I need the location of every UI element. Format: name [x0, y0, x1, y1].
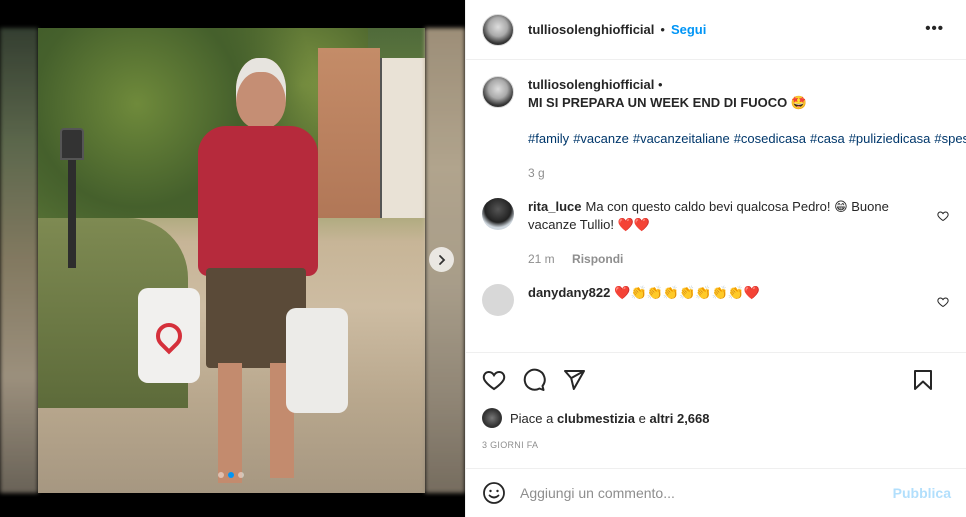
comment-composer: Pubblica [466, 468, 966, 517]
likes-middle: e [638, 410, 646, 426]
hashtag-link[interactable]: #vacanze [573, 131, 629, 146]
comment-input[interactable] [520, 485, 893, 501]
hashtag-link[interactable]: #family [528, 131, 569, 146]
follow-button[interactable]: Segui [671, 22, 706, 37]
likes-others[interactable]: altri 2,668 [650, 411, 710, 426]
chevron-right-icon [438, 254, 445, 265]
comment-icon[interactable] [522, 368, 546, 392]
comment-text: Ma con questo caldo bevi qualcosa Pedro!… [528, 199, 889, 232]
caption-body: tulliosolenghiofficial • MI SI PREPARA U… [528, 76, 966, 182]
action-bar [466, 352, 966, 407]
header-username[interactable]: tulliosolenghiofficial [528, 22, 654, 37]
comment-username[interactable]: rita_luce [528, 199, 581, 214]
carousel-dots [218, 472, 244, 478]
photo-person-shirt [198, 126, 318, 276]
hashtag-link[interactable]: #puliziedicasa [849, 131, 931, 146]
hashtag-link[interactable]: #vacanzeitaliane [633, 131, 730, 146]
photo-person-head [236, 58, 286, 128]
comment-timestamp[interactable]: 21 m [528, 252, 555, 266]
comment-item: rita_luce Ma con questo caldo bevi qualco… [466, 182, 966, 268]
like-icon[interactable] [482, 368, 506, 392]
hashtag-link[interactable]: #cosedicasa [734, 131, 806, 146]
more-options-icon[interactable]: ••• [925, 20, 944, 37]
photo-person-leg [218, 363, 242, 483]
post-date[interactable]: 3 GIORNI FA [482, 440, 538, 450]
caption-timestamp[interactable]: 3 g [528, 164, 948, 182]
comment-text: ❤️👏👏👏👏👏👏👏❤️ [614, 285, 761, 300]
hashtag-link[interactable]: #casa [810, 131, 845, 146]
photo-lamp-head [60, 128, 84, 160]
publish-button[interactable]: Pubblica [893, 485, 951, 501]
comment-body: rita_luce Ma con questo caldo bevi qualco… [528, 198, 923, 268]
hashtag-link[interactable]: #spesa [934, 131, 966, 146]
post-side-panel: tulliosolenghiofficial • Segui ••• tulli… [465, 0, 966, 517]
avatar[interactable] [482, 198, 514, 230]
caption-username[interactable]: tulliosolenghiofficial [528, 77, 654, 92]
post-media [0, 0, 465, 517]
likes-user[interactable]: clubmestizia [557, 411, 635, 426]
carousel-next-button[interactable] [429, 247, 454, 272]
photo-person [188, 58, 328, 488]
avatar[interactable] [482, 76, 514, 108]
photo-bag-right [286, 308, 348, 413]
share-icon[interactable] [562, 368, 586, 392]
carousel-dot [238, 472, 244, 478]
avatar[interactable] [482, 284, 514, 316]
likes-prefix: Piace a [510, 410, 554, 426]
comment-meta: 21 m Rispondi [528, 250, 923, 268]
hashtag-list: #family #vacanze #vacanzeitaliane #cosedica… [528, 130, 966, 148]
comment-body: danydany822 ❤️👏👏👏👏👏👏👏❤️ [528, 284, 923, 316]
caption-title: MI SI PREPARA UN WEEK END DI FUOCO 🤩 [528, 95, 808, 110]
post-header: tulliosolenghiofficial • Segui ••• [466, 0, 966, 60]
carousel-dot [228, 472, 234, 478]
comments-list[interactable]: tulliosolenghiofficial • MI SI PREPARA U… [466, 60, 966, 352]
emoji-icon[interactable] [482, 481, 506, 505]
carousel-dot [218, 472, 224, 478]
comment-username[interactable]: danydany822 [528, 285, 610, 300]
post-photo[interactable] [38, 28, 425, 493]
likes-summary: Piace a clubmestizia e altri 2,668 [482, 408, 710, 428]
comment-item: danydany822 ❤️👏👏👏👏👏👏👏❤️ [466, 268, 966, 316]
separator-dot: • [658, 77, 663, 92]
post-caption: tulliosolenghiofficial • MI SI PREPARA U… [466, 60, 966, 182]
bookmark-icon[interactable] [911, 368, 935, 392]
reply-button[interactable]: Rispondi [572, 252, 623, 266]
media-blur-left [0, 28, 38, 493]
avatar[interactable] [482, 408, 502, 428]
avatar[interactable] [482, 13, 514, 46]
photo-gate [380, 58, 425, 218]
like-comment-icon[interactable] [937, 210, 949, 225]
separator-dot: • [660, 22, 665, 37]
like-comment-icon[interactable] [937, 296, 949, 311]
